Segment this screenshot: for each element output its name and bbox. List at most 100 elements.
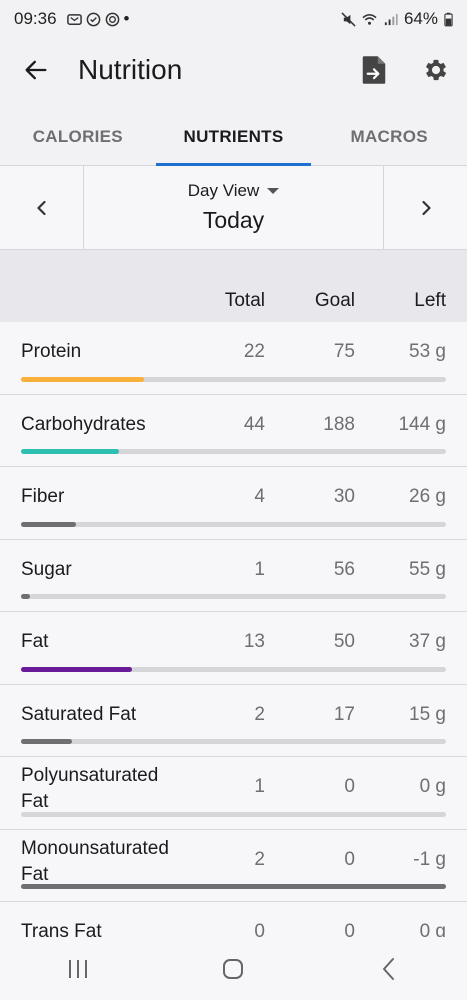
nutrient-row-fat[interactable]: Fat 13 50 37 g [0, 612, 467, 685]
nutrient-row-monounsaturated-fat[interactable]: Monounsaturated Fat 2 0 -1 g [0, 830, 467, 902]
chevron-left-icon [36, 200, 46, 215]
nutrient-name: Polyunsaturated Fat [21, 765, 159, 812]
column-header: Total Goal Left [0, 280, 467, 322]
nutrient-row-sugar[interactable]: Sugar 1 56 55 g [0, 540, 467, 612]
day-view-selector[interactable]: Day View Today [84, 166, 383, 249]
nutrient-goal: 0 [344, 848, 355, 870]
app-bar: Nutrition [0, 38, 467, 102]
nutrient-row-protein[interactable]: Protein 22 75 53 g [0, 322, 467, 395]
nutrient-name: Sugar [21, 558, 72, 580]
status-bar: 09:36 • 64% [0, 0, 467, 38]
nutrient-left: 53 g [409, 341, 446, 362]
status-dot: • [123, 9, 130, 28]
nutrient-row-polyunsaturated-fat[interactable]: Polyunsaturated Fat 1 0 0 g [0, 757, 467, 830]
mute-icon [341, 11, 356, 27]
home-icon [223, 958, 244, 979]
recent-apps-icon [68, 959, 87, 978]
nutrient-row-carbohydrates[interactable]: Carbohydrates 44 188 144 g [0, 395, 467, 467]
nutrient-row-saturated-fat[interactable]: Saturated Fat 2 17 15 g [0, 685, 467, 757]
progress-fill [21, 884, 446, 889]
progress-track [21, 811, 446, 817]
status-time: 09:36 [14, 9, 57, 28]
recent-apps-button[interactable] [38, 937, 118, 1000]
progress-track [21, 884, 446, 889]
nutrient-total: 22 [243, 341, 265, 362]
back-button[interactable] [0, 38, 72, 102]
nutrient-left: 26 g [409, 486, 446, 507]
nutrient-total: 2 [254, 703, 265, 725]
nutrient-left: 0 g [419, 776, 446, 797]
tab-macros[interactable]: MACROS [311, 108, 467, 165]
nutrient-total: 1 [254, 776, 265, 797]
battery-percent: 64% [403, 9, 438, 28]
progress-track [21, 594, 446, 599]
column-total-header: Total [224, 290, 265, 311]
nutrient-goal: 30 [333, 486, 355, 507]
nutrient-name: Trans Fat [21, 921, 102, 937]
battery-icon [444, 12, 453, 26]
nutrient-name: Monounsaturated Fat [21, 837, 169, 885]
signal-icon [384, 13, 398, 25]
nutrient-goal: 188 [323, 413, 355, 435]
nutrient-goal: 17 [333, 703, 355, 725]
export-button[interactable] [343, 38, 405, 102]
nutrient-goal: 0 [344, 921, 355, 937]
nutrient-goal: 56 [333, 558, 355, 580]
progress-fill [21, 594, 30, 599]
column-goal-header: Goal [314, 290, 355, 311]
nutrient-name: Fat [21, 631, 49, 652]
nutrient-total: 0 [254, 921, 265, 937]
nutrient-name: Carbohydrates [21, 413, 146, 435]
progress-fill [21, 521, 77, 527]
day-navigator: Day View Today [0, 166, 467, 250]
nutrient-goal: 50 [333, 631, 355, 652]
nutrient-left: 144 g [398, 413, 446, 435]
nutrient-total: 2 [254, 848, 265, 870]
progress-track [21, 449, 446, 454]
nutrient-total: 1 [254, 558, 265, 580]
tab-nutrients[interactable]: NUTRIENTS [155, 108, 312, 166]
nutrient-left: 15 g [409, 703, 446, 725]
progress-fill [21, 376, 145, 382]
tab-calories[interactable]: CALORIES [0, 108, 156, 165]
previous-day-button[interactable] [0, 166, 84, 249]
chevron-left-icon [383, 957, 395, 980]
wifi-icon [362, 13, 377, 25]
home-button[interactable] [193, 937, 273, 1000]
notification-app-icon [105, 12, 119, 26]
progress-track [21, 739, 446, 744]
nutrient-left: -1 g [413, 848, 446, 870]
export-document-icon [362, 56, 386, 84]
system-nav-bar [0, 937, 467, 1000]
nutrient-total: 4 [254, 486, 265, 507]
tab-bar: CALORIES NUTRIENTS MACROS [0, 108, 467, 166]
arrow-left-icon [25, 60, 47, 80]
nutrient-list[interactable]: Protein 22 75 53 g Carbohydrates 44 188 … [0, 322, 467, 937]
nutrient-total: 44 [243, 413, 265, 435]
settings-button[interactable] [405, 38, 467, 102]
progress-track [21, 376, 446, 382]
progress-fill [21, 666, 132, 672]
nutrient-goal: 75 [333, 341, 355, 362]
progress-track [21, 666, 446, 672]
system-back-button[interactable] [349, 937, 429, 1000]
column-left-header: Left [414, 290, 446, 311]
page-title: Nutrition [78, 54, 183, 85]
nutrient-total: 13 [243, 631, 265, 652]
caret-down-icon [267, 188, 280, 194]
next-day-button[interactable] [383, 166, 467, 249]
nutrient-row-fiber[interactable]: Fiber 4 30 26 g [0, 467, 467, 540]
selected-day: Today [202, 207, 265, 233]
day-view-label: Day View [187, 181, 260, 200]
nutrient-left: 55 g [409, 558, 446, 580]
progress-track [21, 521, 446, 527]
nutrient-left: 37 g [409, 631, 446, 652]
nutrient-left: 0 g [419, 921, 446, 937]
progress-fill [21, 739, 72, 744]
nutrient-row-trans-fat[interactable]: Trans Fat 0 0 0 g [0, 902, 467, 937]
notification-app-icon [86, 12, 100, 26]
notification-app-icon [66, 13, 82, 25]
nutrient-name: Fiber [21, 486, 65, 507]
chevron-right-icon [421, 200, 431, 215]
progress-fill [21, 449, 119, 454]
